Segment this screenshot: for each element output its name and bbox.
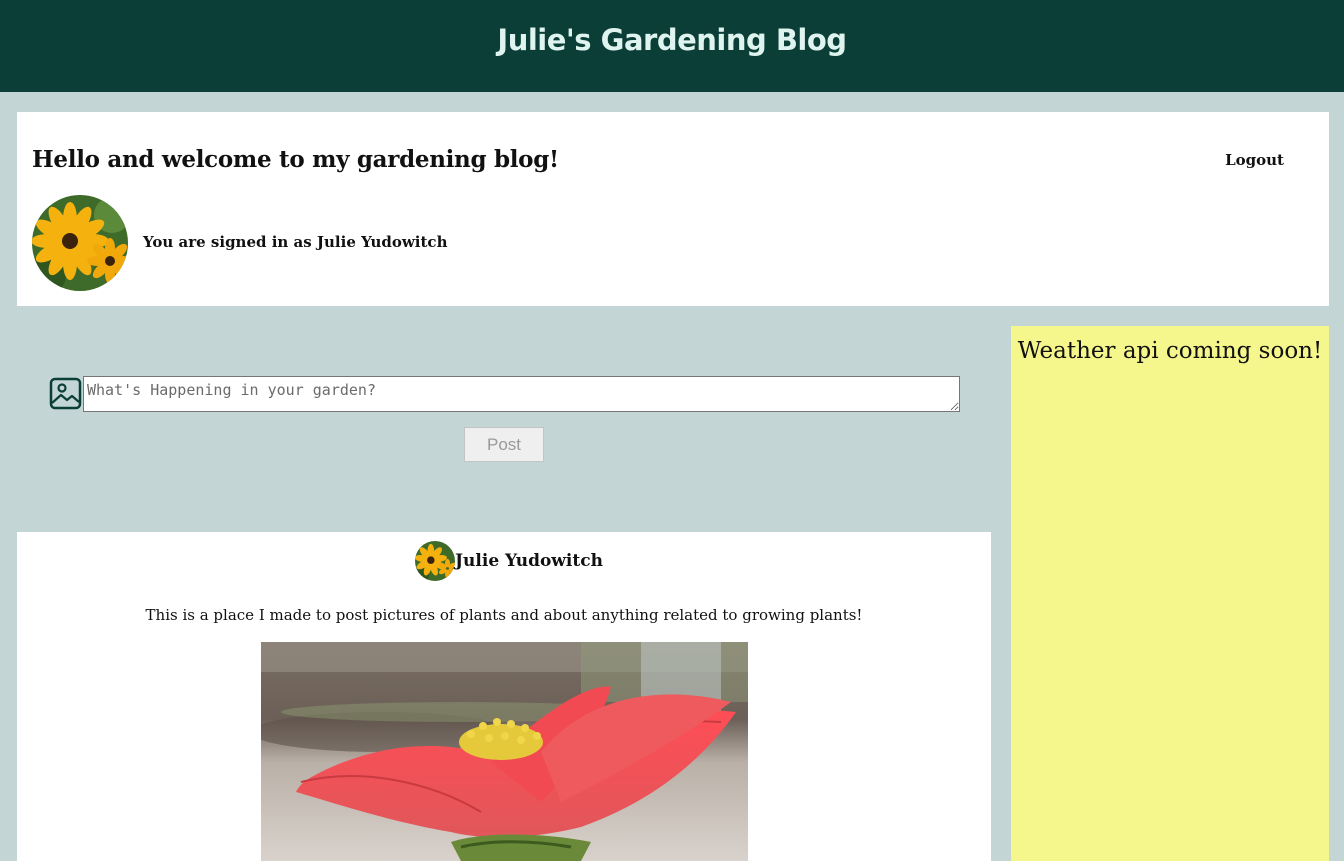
signed-in-text: You are signed in as Julie Yudowitch — [143, 233, 448, 251]
image-icon[interactable] — [49, 377, 82, 410]
logout-link[interactable]: Logout — [1225, 151, 1284, 169]
post-text: This is a place I made to post pictures … — [145, 606, 863, 624]
site-header: Julie's Gardening Blog — [0, 0, 1344, 92]
avatar — [32, 195, 128, 291]
post-card: Julie Yudowitch This is a place I made t… — [17, 532, 991, 861]
weather-panel: Weather api coming soon! — [1011, 326, 1329, 861]
weather-placeholder-text: Weather api coming soon! — [1017, 338, 1323, 364]
post-author-name: Julie Yudowitch — [455, 550, 603, 571]
post-button[interactable]: Post — [464, 427, 544, 462]
welcome-heading: Hello and welcome to my gardening blog! — [32, 146, 559, 173]
post-input[interactable] — [83, 376, 960, 412]
avatar — [415, 540, 455, 581]
site-title: Julie's Gardening Blog — [497, 23, 847, 57]
welcome-card: Hello and welcome to my gardening blog! … — [17, 112, 1329, 306]
post-author[interactable]: Julie Yudowitch — [415, 540, 603, 581]
post-image — [261, 642, 748, 861]
